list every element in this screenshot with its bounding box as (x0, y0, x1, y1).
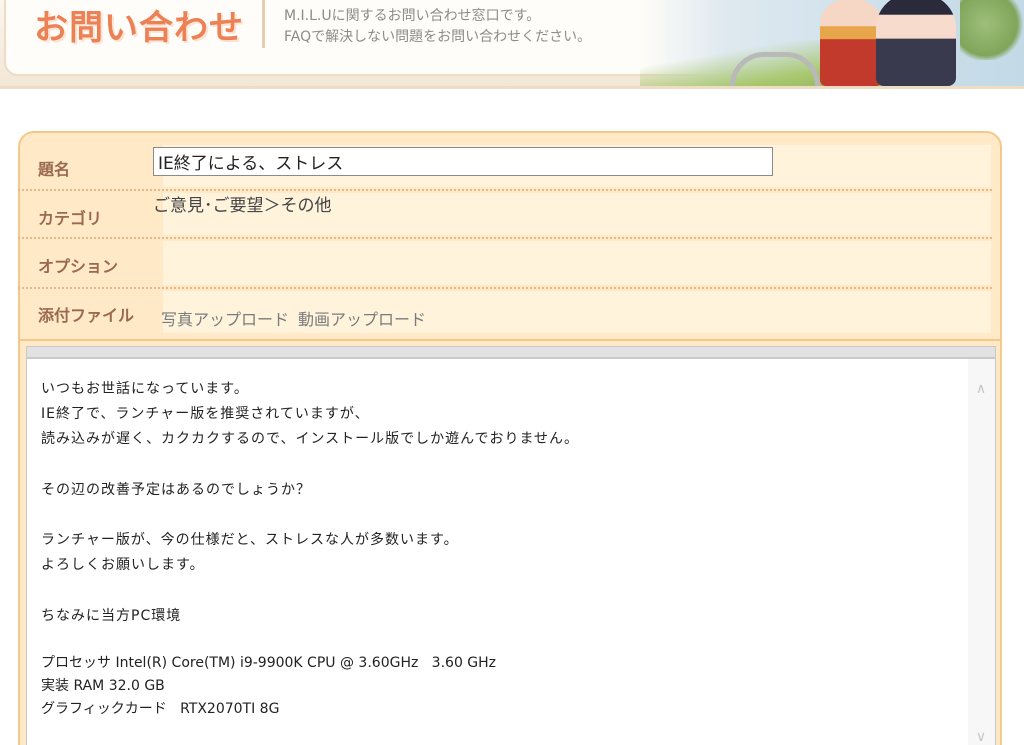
message-scrollbar[interactable] (968, 359, 995, 745)
message-line: その辺の改善予定はあるのでしょうか？ (41, 482, 311, 498)
option-label: オプション (38, 257, 119, 276)
chevron-up-icon[interactable]: ∧ (972, 382, 990, 396)
editor-toolbar (26, 346, 996, 358)
photo-upload-link[interactable]: 写真アップロード (161, 306, 289, 330)
option-field-bg (163, 241, 991, 285)
banner-tree (960, 0, 1024, 60)
description-line-1: M.I.L.Uに関するお問い合わせ窓口です。 (284, 8, 541, 24)
message-line: 実装 RAM 32.0 GB (41, 678, 165, 694)
title-input[interactable] (153, 147, 773, 176)
video-upload-link[interactable]: 動画アップロード (298, 306, 426, 330)
header-banner: お問い合わせ M.I.L.Uに関するお問い合わせ窓口です。 FAQで解決しない問… (0, 0, 1024, 89)
message-line: いつもお世話になっています。 (41, 381, 249, 397)
page-description: M.I.L.Uに関するお問い合わせ窓口です。 FAQで解決しない問題をお問い合わ… (284, 6, 591, 48)
category-value: ご意見･ご要望＞その他 (153, 196, 332, 216)
description-line-2: FAQで解決しない問題をお問い合わせください。 (284, 29, 592, 45)
message-line: IE終了で、ランチャー版を推奨されていますが、 (41, 406, 370, 422)
chevron-down-icon[interactable]: ∨ (972, 730, 990, 744)
banner-divider (262, 0, 265, 48)
message-line: よろしくお願いします。 (41, 557, 205, 573)
form-row-option: オプション (18, 239, 992, 289)
message-line: ちなみに当方PC環境 (41, 608, 182, 624)
message-line: 読み込みが遅く、カクカクするので、インストール版でしか遊んでおりません。 (41, 431, 580, 447)
page-title: お問い合わせ (34, 8, 244, 48)
title-label: 題名 (38, 160, 71, 179)
banner-character-2 (876, 0, 956, 86)
category-label: カテゴリ (38, 209, 103, 228)
message-line: グラフィックカード RTX2070TI 8G (41, 701, 280, 717)
message-line: ランチャー版が、今の仕様だと、ストレスな人が多数います。 (41, 532, 459, 548)
banner-character-1 (820, 0, 882, 86)
attachment-label: 添付ファイル (38, 306, 135, 325)
message-line: プロセッサ Intel(R) Core(TM) i9-9900K CPU @ 3… (41, 655, 497, 671)
